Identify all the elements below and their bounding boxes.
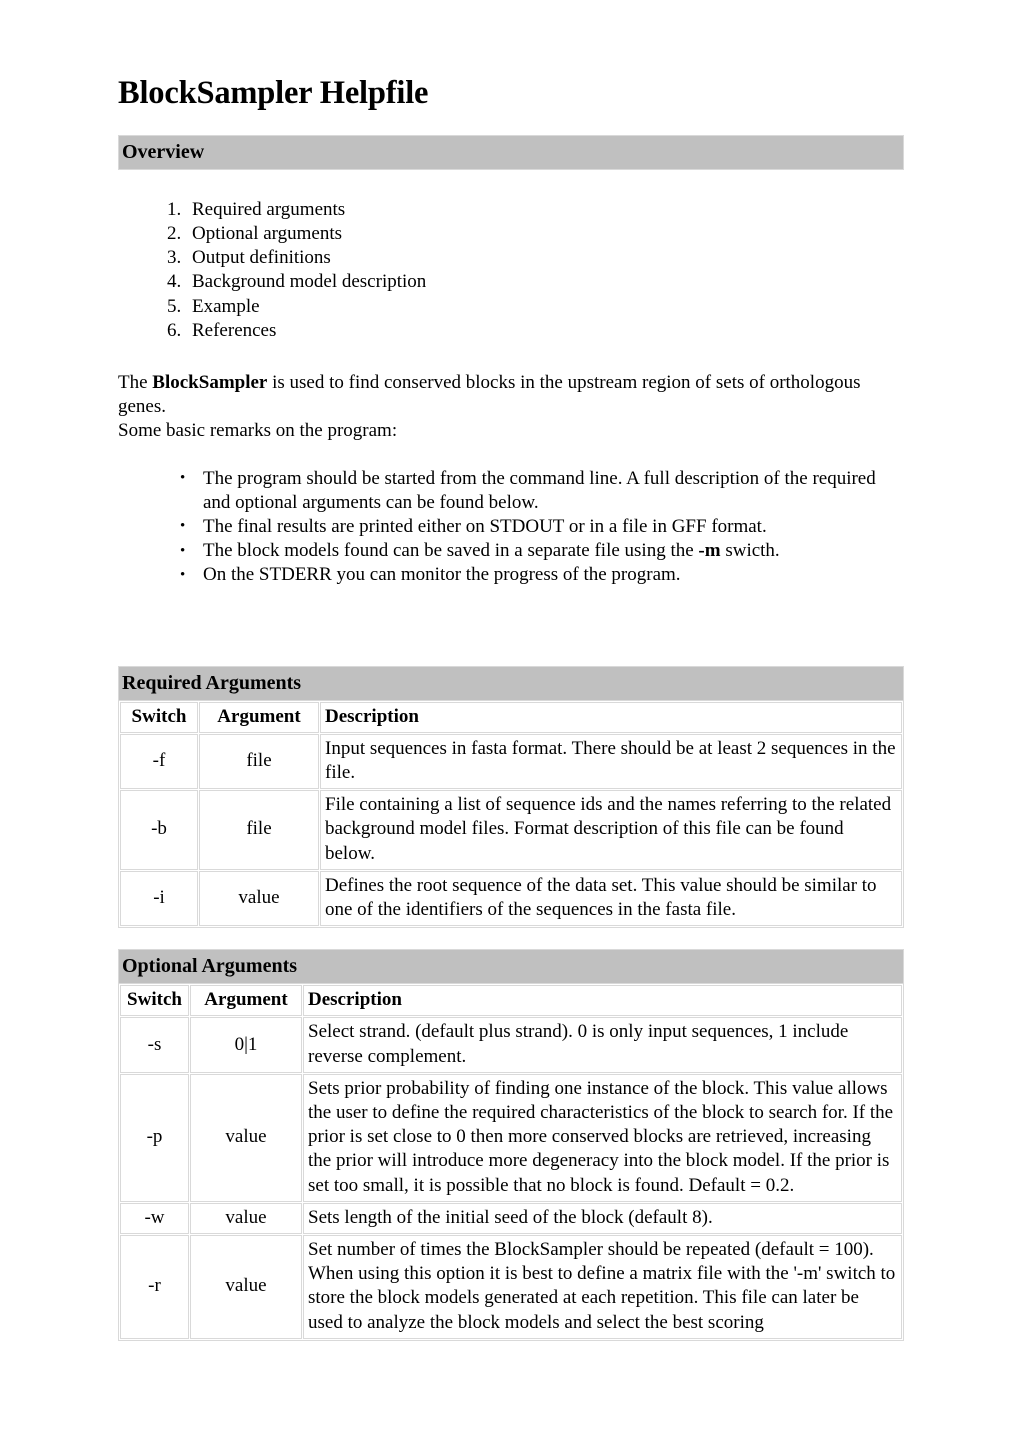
list-item: On the STDERR you can monitor the progre… <box>180 563 904 587</box>
column-header-description: Description <box>320 701 902 733</box>
remark-text: The block models found can be saved in a… <box>203 540 699 562</box>
remark-emphasis: -m <box>698 540 721 562</box>
cell-description: Select strand. (default plus strand). 0 … <box>303 1017 902 1073</box>
cell-argument: file <box>199 733 319 790</box>
table-row: -b file File containing a list of sequen… <box>120 790 902 870</box>
page-content: BlockSampler Helpfile Overview Required … <box>118 0 904 1341</box>
remarks-list: The program should be started from the c… <box>118 466 904 588</box>
column-header-description: Description <box>303 985 902 1017</box>
cell-switch: -f <box>120 733 198 790</box>
column-header-argument: Argument <box>190 985 302 1017</box>
list-item: The final results are printed either on … <box>180 514 904 539</box>
table-of-contents-list: Required arguments Optional arguments Ou… <box>118 198 904 343</box>
intro-text-before: The <box>118 371 153 393</box>
list-item: The program should be started from the c… <box>180 466 904 515</box>
cell-description: Sets length of the initial seed of the b… <box>303 1202 902 1235</box>
remark-text: The final results are printed either on … <box>203 515 767 537</box>
section-header-required-arguments: Required Arguments <box>118 665 904 701</box>
table-row: -w value Sets length of the initial seed… <box>120 1202 902 1235</box>
table-header-row: Switch Argument Description <box>120 701 902 733</box>
cell-switch: -r <box>120 1235 189 1339</box>
cell-description: Defines the root sequence of the data se… <box>320 870 902 927</box>
cell-description: Sets prior probability of finding one in… <box>303 1073 902 1202</box>
list-item: The block models found can be saved in a… <box>180 539 904 563</box>
remark-text: On the STDERR you can monitor the progre… <box>203 564 681 586</box>
required-arguments-table: Switch Argument Description -f file Inpu… <box>118 700 904 929</box>
table-row: -f file Input sequences in fasta format.… <box>120 733 902 790</box>
table-row: -s 0|1 Select strand. (default plus stra… <box>120 1017 902 1073</box>
list-item[interactable]: Optional arguments <box>186 222 904 246</box>
list-item[interactable]: Example <box>186 295 904 319</box>
cell-description: Input sequences in fasta format. There s… <box>320 733 902 790</box>
list-item[interactable]: Required arguments <box>186 198 904 222</box>
section-header-overview: Overview <box>118 134 904 170</box>
optional-arguments-table: Switch Argument Description -s 0|1 Selec… <box>118 984 904 1341</box>
cell-switch: -p <box>120 1073 189 1202</box>
cell-argument: value <box>190 1235 302 1339</box>
page-title: BlockSampler Helpfile <box>118 75 429 111</box>
cell-switch: -i <box>120 870 198 927</box>
remark-text: The program should be started from the c… <box>203 467 876 513</box>
cell-argument: value <box>199 870 319 927</box>
cell-description: Set number of times the BlockSampler sho… <box>303 1235 902 1339</box>
table-row: -i value Defines the root sequence of th… <box>120 870 902 927</box>
column-header-argument: Argument <box>199 701 319 733</box>
list-item[interactable]: References <box>186 319 904 343</box>
document-page: BlockSampler Helpfile Overview Required … <box>0 0 1020 1443</box>
cell-switch: -w <box>120 1202 189 1235</box>
cell-argument: 0|1 <box>190 1017 302 1073</box>
cell-switch: -s <box>120 1017 189 1073</box>
cell-argument: value <box>190 1073 302 1202</box>
intro-paragraph-second: Some basic remarks on the program: <box>118 420 398 442</box>
cell-argument: value <box>190 1202 302 1235</box>
intro-program-name: BlockSampler <box>152 371 268 393</box>
list-item[interactable]: Background model description <box>186 270 904 294</box>
intro-paragraph: The BlockSampler is used to find conserv… <box>118 371 904 419</box>
table-header-row: Switch Argument Description <box>120 985 902 1017</box>
remark-text-tail: swicth. <box>720 540 780 562</box>
column-header-switch: Switch <box>120 701 198 733</box>
section-header-optional-arguments: Optional Arguments <box>118 949 904 985</box>
column-header-switch: Switch <box>120 985 189 1017</box>
list-item[interactable]: Output definitions <box>186 246 904 270</box>
table-row: -p value Sets prior probability of findi… <box>120 1073 902 1202</box>
cell-description: File containing a list of sequence ids a… <box>320 790 902 870</box>
cell-argument: file <box>199 790 319 870</box>
cell-switch: -b <box>120 790 198 870</box>
table-row: -r value Set number of times the BlockSa… <box>120 1235 902 1339</box>
